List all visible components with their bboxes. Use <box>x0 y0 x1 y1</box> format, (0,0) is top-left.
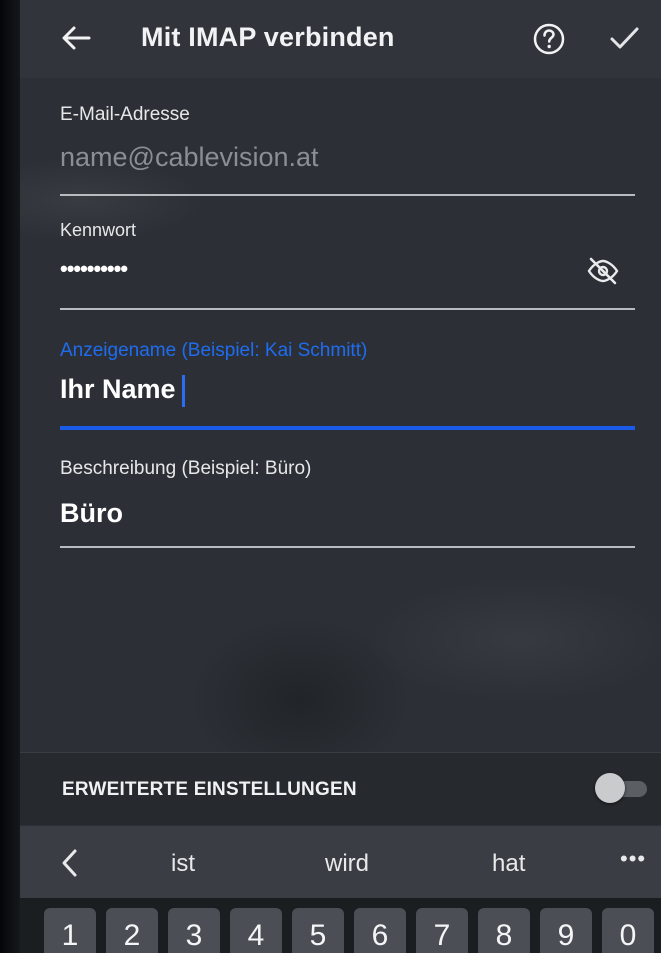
keyboard-suggestion-bar: ist wird hat ••• <box>20 826 661 898</box>
text-cursor <box>181 374 185 407</box>
key-7[interactable]: 7 <box>416 908 468 953</box>
help-circle-icon <box>533 23 565 55</box>
description-underline <box>60 546 635 548</box>
password-input[interactable]: •••••••••• <box>60 256 128 282</box>
description-input[interactable]: Büro <box>60 498 123 529</box>
display-name-input[interactable]: Ihr Name <box>60 374 185 407</box>
collapse-suggestions-button[interactable] <box>58 848 82 878</box>
suggestion-3[interactable]: hat <box>492 850 525 878</box>
display-name-value: Ihr Name <box>60 374 176 404</box>
key-1[interactable]: 1 <box>44 908 96 953</box>
display-name-underline <box>60 426 635 430</box>
description-label: Beschreibung (Beispiel: Büro) <box>60 458 312 479</box>
chevron-left-icon <box>62 849 77 877</box>
key-3[interactable]: 3 <box>168 908 220 953</box>
password-label: Kennwort <box>60 220 137 240</box>
key-2[interactable]: 2 <box>106 908 158 953</box>
suggestion-2[interactable]: wird <box>325 850 369 878</box>
key-4[interactable]: 4 <box>230 908 282 953</box>
toggle-knob <box>595 773 625 803</box>
description-field[interactable]: Beschreibung (Beispiel: Büro) Büro <box>60 458 635 550</box>
advanced-settings-label: ERWEITERTE EINSTELLUNGEN <box>62 779 357 800</box>
key-9[interactable]: 9 <box>540 908 592 953</box>
email-underline <box>60 194 635 196</box>
key-6[interactable]: 6 <box>354 908 406 953</box>
page-title: Mit IMAP verbinden <box>141 22 395 52</box>
advanced-settings-row[interactable]: ERWEITERTE EINSTELLUNGEN <box>20 752 661 825</box>
toggle-password-visibility[interactable] <box>585 256 621 286</box>
help-button[interactable] <box>532 22 566 56</box>
password-underline <box>60 308 635 310</box>
checkmark-icon <box>610 27 639 49</box>
key-0[interactable]: 0 <box>602 908 654 953</box>
display-name-field[interactable]: Anzeigename (Beispiel: Kai Schmitt) Ihr … <box>60 338 635 434</box>
confirm-button[interactable] <box>606 20 642 56</box>
eye-off-icon <box>587 257 619 285</box>
arrow-left-icon <box>62 26 91 50</box>
password-field[interactable]: Kennwort •••••••••• <box>60 220 635 314</box>
key-5[interactable]: 5 <box>292 908 344 953</box>
display-name-label: Anzeigename (Beispiel: Kai Schmitt) <box>60 340 368 361</box>
suggestion-1[interactable]: ist <box>171 850 195 878</box>
imap-setup-screen: Mit IMAP verbinden E-Mail-Adresse name@c… <box>0 0 661 953</box>
email-label: E-Mail-Adresse <box>60 104 190 125</box>
more-suggestions-button[interactable]: ••• <box>620 846 646 872</box>
app-bar: Mit IMAP verbinden <box>20 0 661 78</box>
email-field[interactable]: E-Mail-Adresse name@cablevision.at <box>60 104 635 196</box>
key-8[interactable]: 8 <box>478 908 530 953</box>
back-button[interactable] <box>54 16 98 60</box>
email-input[interactable]: name@cablevision.at <box>60 142 319 173</box>
keyboard-number-row: 1 2 3 4 5 6 7 8 9 0 <box>20 898 661 953</box>
device-bezel <box>0 0 20 953</box>
advanced-settings-toggle[interactable] <box>595 773 649 803</box>
